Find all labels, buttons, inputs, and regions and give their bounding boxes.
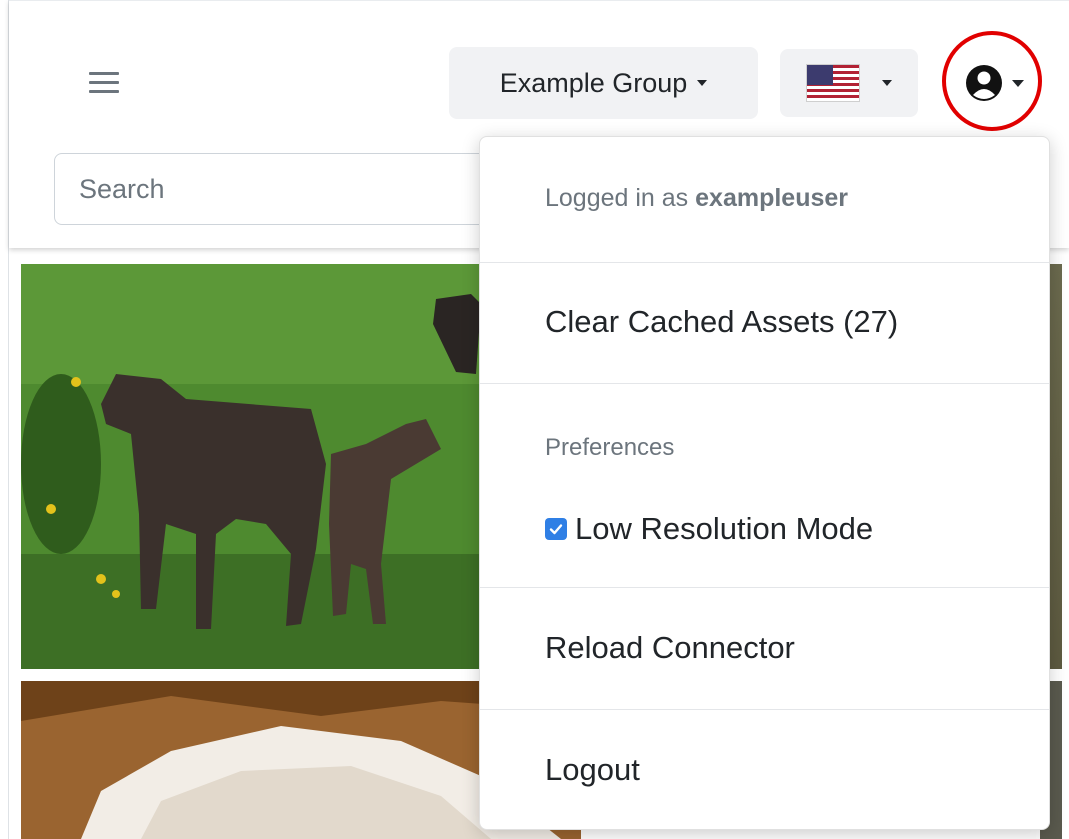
logged-in-header: Logged in as exampleuser	[545, 184, 848, 213]
checkmark-icon	[549, 524, 563, 535]
clear-cache-menu-item[interactable]: Clear Cached Assets (27)	[545, 304, 898, 340]
menu-divider	[480, 709, 1049, 710]
search-input[interactable]	[54, 153, 514, 225]
user-circle-icon	[966, 65, 1002, 101]
language-dropdown-button[interactable]	[780, 49, 918, 117]
us-flag-icon	[806, 64, 860, 102]
hamburger-bar	[89, 72, 119, 75]
low-resolution-toggle[interactable]: Low Resolution Mode	[545, 511, 873, 547]
checkbox-checked-icon[interactable]	[545, 518, 567, 540]
caret-down-icon	[882, 80, 892, 86]
menu-toggle-button[interactable]	[79, 63, 127, 103]
logout-menu-item[interactable]: Logout	[545, 752, 640, 788]
user-menu-button[interactable]	[942, 31, 1042, 131]
left-border	[0, 0, 9, 839]
caret-down-icon	[1012, 80, 1024, 87]
logged-in-username: exampleuser	[695, 184, 849, 212]
caret-down-icon	[697, 80, 708, 86]
menu-divider	[480, 383, 1049, 384]
user-dropdown-menu: Logged in as exampleuser Clear Cached As…	[479, 136, 1050, 830]
reload-connector-menu-item[interactable]: Reload Connector	[545, 630, 795, 666]
group-label: Example Group	[499, 67, 688, 98]
hamburger-bar	[89, 90, 119, 93]
preferences-header: Preferences	[545, 434, 675, 461]
logged-in-prefix: Logged in as	[545, 184, 689, 212]
flag-canton	[807, 65, 833, 85]
menu-divider	[480, 262, 1049, 263]
menu-divider	[480, 587, 1049, 588]
low-resolution-label: Low Resolution Mode	[575, 511, 874, 546]
hamburger-bar	[89, 81, 119, 84]
group-dropdown-button[interactable]: Example Group	[449, 47, 758, 119]
